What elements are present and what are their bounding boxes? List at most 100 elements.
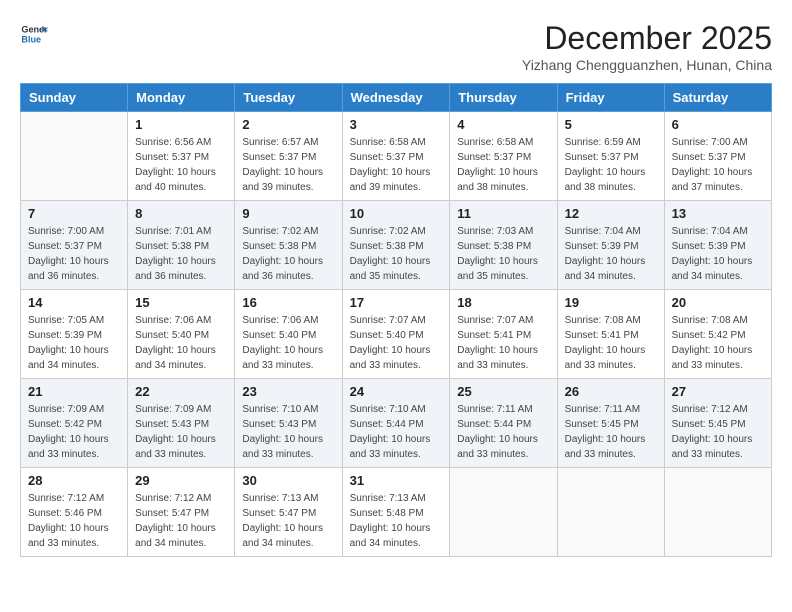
day-info: Sunrise: 7:11 AMSunset: 5:44 PMDaylight:… bbox=[457, 402, 549, 462]
day-number: 15 bbox=[135, 295, 227, 310]
day-number: 31 bbox=[350, 473, 443, 488]
svg-text:Blue: Blue bbox=[21, 34, 41, 44]
day-number: 14 bbox=[28, 295, 120, 310]
day-info: Sunrise: 7:02 AMSunset: 5:38 PMDaylight:… bbox=[350, 224, 443, 284]
day-number: 26 bbox=[565, 384, 657, 399]
calendar-cell: 16 Sunrise: 7:06 AMSunset: 5:40 PMDayligh… bbox=[235, 290, 342, 379]
day-number: 20 bbox=[672, 295, 764, 310]
calendar-cell: 30 Sunrise: 7:13 AMSunset: 5:47 PMDayligh… bbox=[235, 468, 342, 557]
day-info: Sunrise: 7:12 AMSunset: 5:47 PMDaylight:… bbox=[135, 491, 227, 551]
calendar-cell: 27Sunrise: 7:12 AMSunset: 5:45 PMDayligh… bbox=[664, 379, 771, 468]
day-number: 23 bbox=[242, 384, 334, 399]
day-info: Sunrise: 6:56 AMSunset: 5:37 PMDaylight:… bbox=[135, 135, 227, 195]
day-info: Sunrise: 7:07 AMSunset: 5:40 PMDaylight:… bbox=[350, 313, 443, 373]
day-number: 11 bbox=[457, 206, 549, 221]
day-info: Sunrise: 7:13 AMSunset: 5:48 PMDaylight:… bbox=[350, 491, 443, 551]
calendar-cell: 26Sunrise: 7:11 AMSunset: 5:45 PMDayligh… bbox=[557, 379, 664, 468]
day-number: 16 bbox=[242, 295, 334, 310]
day-info: Sunrise: 6:58 AMSunset: 5:37 PMDaylight:… bbox=[350, 135, 443, 195]
day-number: 17 bbox=[350, 295, 443, 310]
logo: General Blue bbox=[20, 20, 48, 48]
day-info: Sunrise: 7:08 AMSunset: 5:42 PMDaylight:… bbox=[672, 313, 764, 373]
title-block: December 2025 Yizhang Chengguanzhen, Hun… bbox=[522, 20, 772, 73]
day-info: Sunrise: 7:06 AMSunset: 5:40 PMDaylight:… bbox=[242, 313, 334, 373]
day-number: 9 bbox=[242, 206, 334, 221]
day-number: 6 bbox=[672, 117, 764, 132]
weekday-header-saturday: Saturday bbox=[664, 84, 771, 112]
weekday-header-friday: Friday bbox=[557, 84, 664, 112]
day-info: Sunrise: 7:10 AMSunset: 5:44 PMDaylight:… bbox=[350, 402, 443, 462]
calendar-week-row: 21 Sunrise: 7:09 AMSunset: 5:42 PMDayligh… bbox=[21, 379, 772, 468]
day-info: Sunrise: 7:07 AMSunset: 5:41 PMDaylight:… bbox=[457, 313, 549, 373]
calendar-cell: 10 Sunrise: 7:02 AMSunset: 5:38 PMDayligh… bbox=[342, 201, 450, 290]
day-number: 1 bbox=[135, 117, 227, 132]
day-info: Sunrise: 7:13 AMSunset: 5:47 PMDaylight:… bbox=[242, 491, 334, 551]
calendar-cell: 20 Sunrise: 7:08 AMSunset: 5:42 PMDayligh… bbox=[664, 290, 771, 379]
calendar-cell: 1 Sunrise: 6:56 AMSunset: 5:37 PMDaylight… bbox=[128, 112, 235, 201]
day-number: 3 bbox=[350, 117, 443, 132]
day-info: Sunrise: 7:00 AMSunset: 5:37 PMDaylight:… bbox=[28, 224, 120, 284]
weekday-header-tuesday: Tuesday bbox=[235, 84, 342, 112]
weekday-header-row: SundayMondayTuesdayWednesdayThursdayFrid… bbox=[21, 84, 772, 112]
day-info: Sunrise: 6:58 AMSunset: 5:37 PMDaylight:… bbox=[457, 135, 549, 195]
calendar-cell: 29 Sunrise: 7:12 AMSunset: 5:47 PMDayligh… bbox=[128, 468, 235, 557]
day-number: 22 bbox=[135, 384, 227, 399]
calendar-week-row: 14Sunrise: 7:05 AMSunset: 5:39 PMDayligh… bbox=[21, 290, 772, 379]
day-number: 10 bbox=[350, 206, 443, 221]
calendar-cell: 28 Sunrise: 7:12 AMSunset: 5:46 PMDayligh… bbox=[21, 468, 128, 557]
location: Yizhang Chengguanzhen, Hunan, China bbox=[522, 57, 772, 73]
day-number: 4 bbox=[457, 117, 549, 132]
day-number: 7 bbox=[28, 206, 120, 221]
day-info: Sunrise: 7:08 AMSunset: 5:41 PMDaylight:… bbox=[565, 313, 657, 373]
calendar-cell: 15 Sunrise: 7:06 AMSunset: 5:40 PMDayligh… bbox=[128, 290, 235, 379]
day-number: 12 bbox=[565, 206, 657, 221]
day-number: 18 bbox=[457, 295, 549, 310]
day-info: Sunrise: 7:09 AMSunset: 5:42 PMDaylight:… bbox=[28, 402, 120, 462]
calendar-cell: 13Sunrise: 7:04 AMSunset: 5:39 PMDayligh… bbox=[664, 201, 771, 290]
day-number: 24 bbox=[350, 384, 443, 399]
day-info: Sunrise: 7:12 AMSunset: 5:46 PMDaylight:… bbox=[28, 491, 120, 551]
calendar-cell: 3 Sunrise: 6:58 AMSunset: 5:37 PMDaylight… bbox=[342, 112, 450, 201]
day-number: 29 bbox=[135, 473, 227, 488]
calendar-cell: 8 Sunrise: 7:01 AMSunset: 5:38 PMDaylight… bbox=[128, 201, 235, 290]
calendar-cell: 21 Sunrise: 7:09 AMSunset: 5:42 PMDayligh… bbox=[21, 379, 128, 468]
calendar-table: SundayMondayTuesdayWednesdayThursdayFrid… bbox=[20, 83, 772, 557]
day-info: Sunrise: 7:03 AMSunset: 5:38 PMDaylight:… bbox=[457, 224, 549, 284]
calendar-week-row: 7 Sunrise: 7:00 AMSunset: 5:37 PMDaylight… bbox=[21, 201, 772, 290]
calendar-cell: 25 Sunrise: 7:11 AMSunset: 5:44 PMDayligh… bbox=[450, 379, 557, 468]
day-number: 21 bbox=[28, 384, 120, 399]
calendar-cell: 19 Sunrise: 7:08 AMSunset: 5:41 PMDayligh… bbox=[557, 290, 664, 379]
calendar-cell: 17 Sunrise: 7:07 AMSunset: 5:40 PMDayligh… bbox=[342, 290, 450, 379]
page-header: General Blue December 2025 Yizhang Cheng… bbox=[20, 20, 772, 73]
logo-icon: General Blue bbox=[20, 20, 48, 48]
calendar-cell: 18 Sunrise: 7:07 AMSunset: 5:41 PMDayligh… bbox=[450, 290, 557, 379]
day-info: Sunrise: 7:02 AMSunset: 5:38 PMDaylight:… bbox=[242, 224, 334, 284]
day-info: Sunrise: 7:01 AMSunset: 5:38 PMDaylight:… bbox=[135, 224, 227, 284]
day-info: Sunrise: 6:59 AMSunset: 5:37 PMDaylight:… bbox=[565, 135, 657, 195]
day-number: 28 bbox=[28, 473, 120, 488]
calendar-cell bbox=[664, 468, 771, 557]
day-number: 8 bbox=[135, 206, 227, 221]
day-number: 27 bbox=[672, 384, 764, 399]
calendar-cell: 14Sunrise: 7:05 AMSunset: 5:39 PMDayligh… bbox=[21, 290, 128, 379]
weekday-header-wednesday: Wednesday bbox=[342, 84, 450, 112]
calendar-cell: 2Sunrise: 6:57 AMSunset: 5:37 PMDaylight… bbox=[235, 112, 342, 201]
calendar-cell: 11 Sunrise: 7:03 AMSunset: 5:38 PMDayligh… bbox=[450, 201, 557, 290]
day-info: Sunrise: 7:06 AMSunset: 5:40 PMDaylight:… bbox=[135, 313, 227, 373]
calendar-cell: 9 Sunrise: 7:02 AMSunset: 5:38 PMDaylight… bbox=[235, 201, 342, 290]
day-info: Sunrise: 7:00 AMSunset: 5:37 PMDaylight:… bbox=[672, 135, 764, 195]
calendar-cell bbox=[450, 468, 557, 557]
day-number: 2 bbox=[242, 117, 334, 132]
calendar-cell: 6 Sunrise: 7:00 AMSunset: 5:37 PMDaylight… bbox=[664, 112, 771, 201]
day-number: 19 bbox=[565, 295, 657, 310]
day-info: Sunrise: 7:04 AMSunset: 5:39 PMDaylight:… bbox=[565, 224, 657, 284]
day-number: 30 bbox=[242, 473, 334, 488]
weekday-header-monday: Monday bbox=[128, 84, 235, 112]
calendar-cell: 12 Sunrise: 7:04 AMSunset: 5:39 PMDayligh… bbox=[557, 201, 664, 290]
calendar-cell bbox=[21, 112, 128, 201]
day-info: Sunrise: 7:10 AMSunset: 5:43 PMDaylight:… bbox=[242, 402, 334, 462]
calendar-cell: 31 Sunrise: 7:13 AMSunset: 5:48 PMDayligh… bbox=[342, 468, 450, 557]
calendar-cell: 7 Sunrise: 7:00 AMSunset: 5:37 PMDaylight… bbox=[21, 201, 128, 290]
day-number: 5 bbox=[565, 117, 657, 132]
day-number: 25 bbox=[457, 384, 549, 399]
